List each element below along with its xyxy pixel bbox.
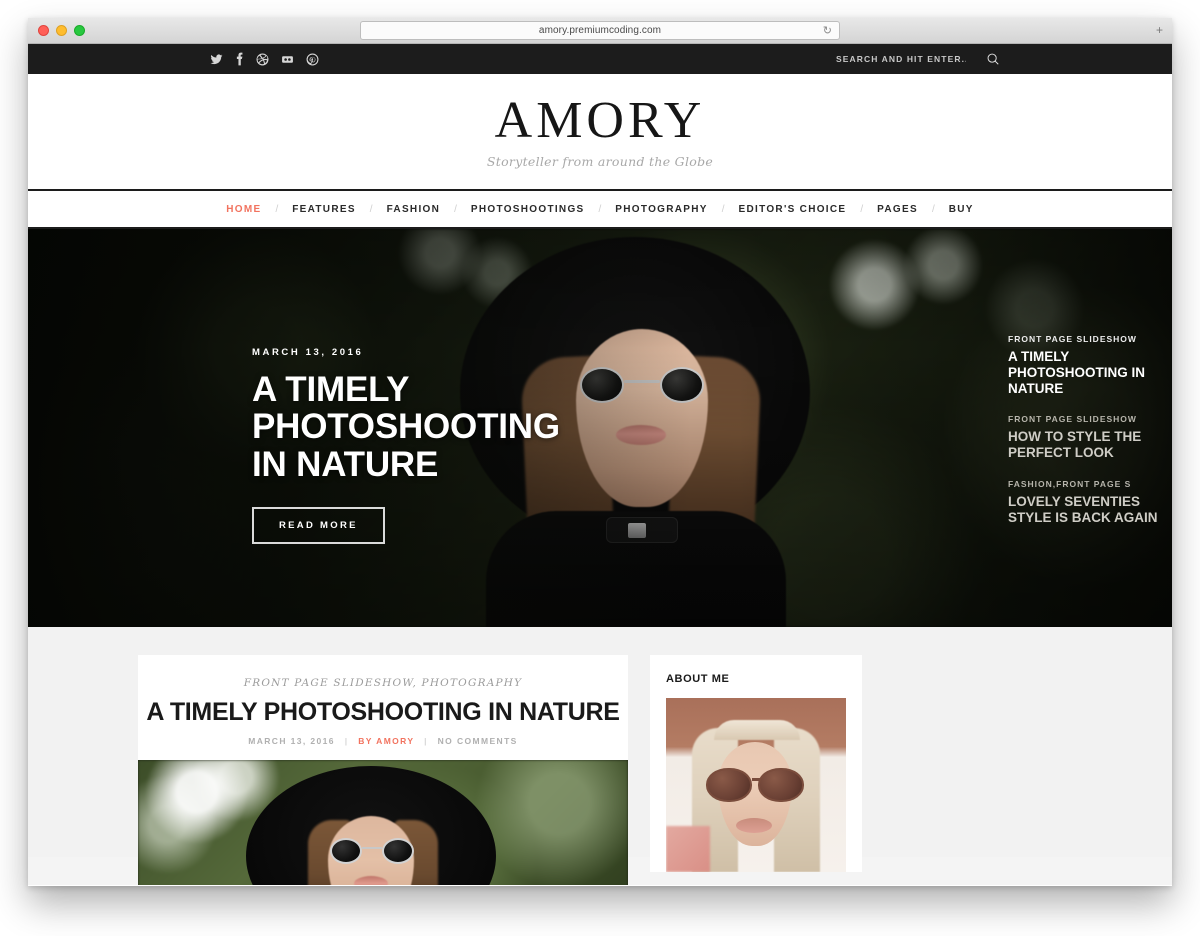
slide-category: FRONT PAGE SLIDESHOW bbox=[1008, 334, 1137, 344]
maximize-window-button[interactable] bbox=[74, 25, 85, 36]
hero-caption: MARCH 13, 2016 A TIMELY PHOTOSHOOTING IN… bbox=[252, 347, 560, 545]
page-viewport: AMORY Storyteller from around the Globe … bbox=[28, 44, 1172, 885]
slide-category: FASHION,FRONT PAGE S bbox=[1008, 478, 1132, 489]
read-more-button[interactable]: READ MORE bbox=[252, 507, 385, 545]
slide-category: FRONT PAGE SLIDESHOW bbox=[1008, 414, 1137, 425]
hero-slideshow: MARCH 13, 2016 A TIMELY PHOTOSHOOTING IN… bbox=[28, 229, 1172, 627]
pinterest-icon[interactable] bbox=[306, 53, 319, 66]
nav-item-buy[interactable]: BUY bbox=[949, 204, 974, 215]
slide-title: HOW TO STYLE THE PERFECT LOOK bbox=[1008, 429, 1142, 461]
article-card: FRONT PAGE SLIDESHOW, PHOTOGRAPHY A TIME… bbox=[138, 655, 628, 885]
address-bar[interactable]: amory.premiumcoding.com ↻ bbox=[360, 21, 840, 40]
hero-slide-item-2[interactable]: FRONT PAGE SLIDESHOW HOW TO STYLE THE PE… bbox=[1000, 414, 1170, 475]
reload-icon[interactable]: ↻ bbox=[823, 25, 832, 37]
nav-separator: / bbox=[369, 203, 373, 215]
flickr-icon[interactable] bbox=[281, 53, 294, 66]
nav-item-fashion[interactable]: FASHION bbox=[387, 204, 441, 215]
main-content: FRONT PAGE SLIDESHOW, PHOTOGRAPHY A TIME… bbox=[28, 627, 1172, 885]
lens-right bbox=[382, 837, 414, 864]
nav-list: HOME / FEATURES / FASHION / PHOTOSHOOTIN… bbox=[226, 204, 973, 215]
hero-slide-item-1[interactable]: FRONT PAGE SLIDESHOW A TIMELY PHOTOSHOOT… bbox=[1000, 334, 1170, 410]
sunglasses-shape bbox=[330, 837, 414, 864]
social-icon-list bbox=[210, 52, 319, 66]
site-logo[interactable]: AMORY bbox=[495, 94, 706, 147]
site-header: AMORY Storyteller from around the Globe bbox=[28, 74, 1172, 191]
facebook-icon[interactable] bbox=[235, 52, 244, 66]
sunglasses-shape bbox=[706, 768, 804, 802]
hero-title[interactable]: A TIMELY PHOTOSHOOTING IN NATURE bbox=[252, 371, 560, 483]
lens-left bbox=[706, 768, 752, 802]
content-columns: FRONT PAGE SLIDESHOW, PHOTOGRAPHY A TIME… bbox=[138, 655, 1062, 885]
twitter-icon[interactable] bbox=[210, 53, 223, 66]
sidebar: ABOUT ME bbox=[650, 655, 862, 885]
new-tab-button[interactable]: + bbox=[1153, 24, 1166, 37]
search-submit-button[interactable] bbox=[986, 52, 1000, 66]
lens-right bbox=[758, 768, 804, 802]
nav-separator: / bbox=[598, 203, 602, 215]
nav-separator: / bbox=[454, 203, 457, 215]
meta-divider: | bbox=[424, 735, 428, 746]
main-navigation: HOME / FEATURES / FASHION / PHOTOSHOOTIN… bbox=[28, 191, 1172, 229]
nav-item-photography[interactable]: PHOTOGRAPHY bbox=[615, 204, 707, 215]
article-model-photo bbox=[246, 764, 496, 885]
nav-item-photoshootings[interactable]: PHOTOSHOOTINGS bbox=[471, 204, 585, 215]
site-topbar bbox=[28, 44, 1172, 74]
article-meta: MARCH 13, 2016 | BY AMORY | NO COMMENTS bbox=[138, 736, 628, 746]
slide-title: A TIMELY PHOTOSHOOTING IN NATURE bbox=[1008, 349, 1146, 396]
hero-date: MARCH 13, 2016 bbox=[252, 347, 364, 358]
dribbble-icon[interactable] bbox=[256, 53, 269, 66]
hero-slide-item-3[interactable]: FASHION,FRONT PAGE S LOVELY SEVENTIES ST… bbox=[1000, 479, 1170, 540]
site-search[interactable] bbox=[836, 52, 1000, 66]
article-date: MARCH 13, 2016 bbox=[248, 735, 335, 746]
about-me-portrait bbox=[666, 698, 846, 872]
browser-titlebar: amory.premiumcoding.com ↻ + bbox=[28, 18, 1172, 44]
site-tagline: Storyteller from around the Globe bbox=[486, 153, 714, 169]
nav-separator: / bbox=[860, 203, 864, 215]
nav-item-editors-choice[interactable]: EDITOR'S CHOICE bbox=[739, 204, 847, 215]
browser-window: amory.premiumcoding.com ↻ + SEARCH AND H… bbox=[28, 18, 1172, 886]
window-controls[interactable] bbox=[38, 25, 85, 36]
lens-bridge bbox=[362, 846, 382, 849]
article-categories[interactable]: FRONT PAGE SLIDESHOW, PHOTOGRAPHY bbox=[138, 677, 628, 689]
lens-left bbox=[330, 837, 362, 864]
minimize-window-button[interactable] bbox=[56, 25, 67, 36]
nav-separator: / bbox=[931, 203, 935, 215]
dress-shape bbox=[666, 826, 710, 872]
slide-title: LOVELY SEVENTIES STYLE IS BACK AGAIN bbox=[1008, 493, 1158, 525]
article-featured-image[interactable] bbox=[138, 759, 628, 885]
article-comments[interactable]: NO COMMENTS bbox=[438, 736, 518, 746]
meta-divider: | bbox=[344, 735, 349, 746]
headband-shape bbox=[714, 720, 800, 740]
article-author[interactable]: BY AMORY bbox=[358, 736, 414, 746]
nav-item-home[interactable]: HOME bbox=[226, 204, 261, 215]
widget-title: ABOUT ME bbox=[666, 673, 730, 685]
search-input[interactable] bbox=[836, 54, 966, 64]
close-window-button[interactable] bbox=[38, 25, 49, 36]
hero-slide-nav: FRONT PAGE SLIDESHOW A TIMELY PHOTOSHOOT… bbox=[1000, 334, 1172, 539]
nav-separator: / bbox=[275, 203, 279, 215]
nav-separator: / bbox=[721, 203, 725, 215]
nav-item-pages[interactable]: PAGES bbox=[877, 204, 918, 215]
article-title[interactable]: A TIMELY PHOTOSHOOTING IN NATURE bbox=[138, 698, 628, 727]
url-text: amory.premiumcoding.com bbox=[538, 25, 662, 36]
about-me-widget: ABOUT ME bbox=[650, 655, 862, 872]
nav-item-features[interactable]: FEATURES bbox=[292, 204, 356, 215]
lips-shape bbox=[736, 818, 772, 833]
